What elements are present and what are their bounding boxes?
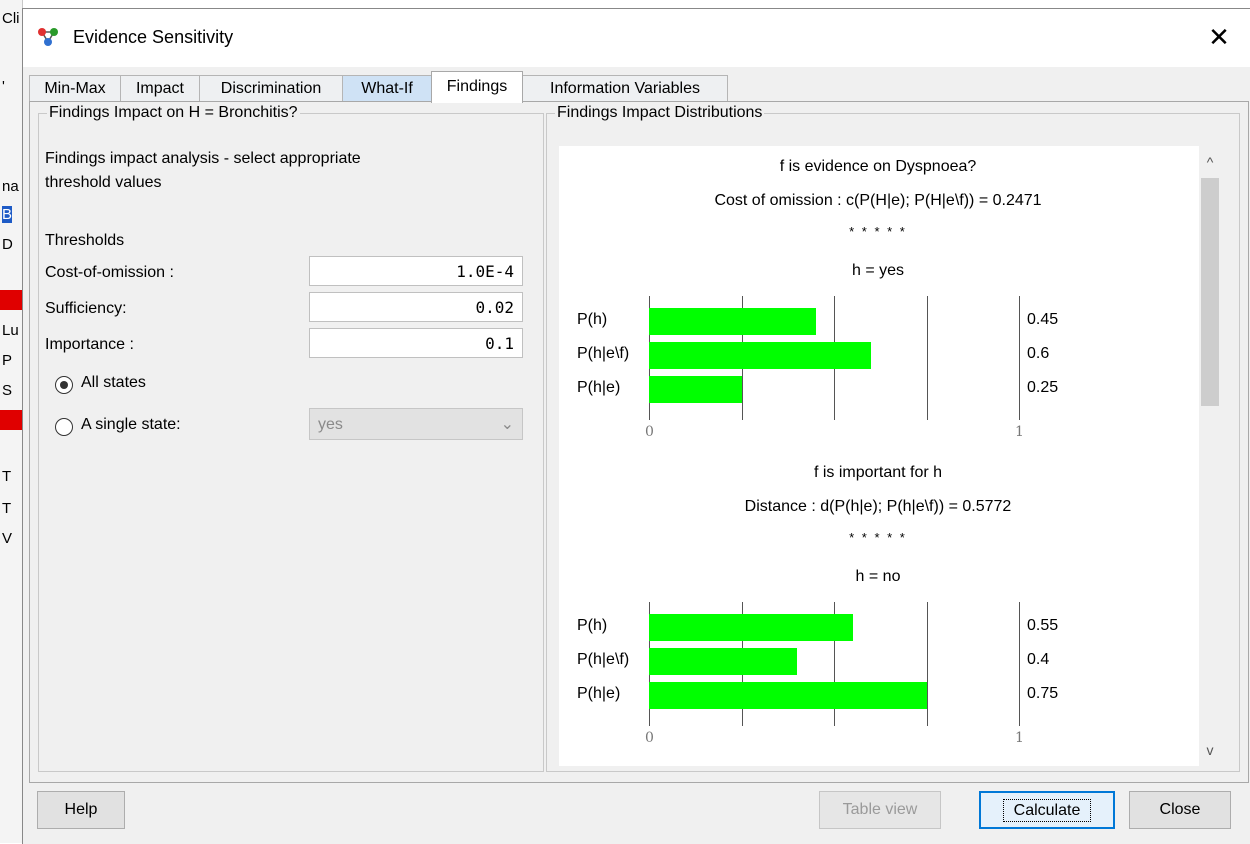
chart-title: h = no bbox=[855, 568, 901, 585]
chart-metric: Distance : d(P(h|e); P(h|e\f)) = 0.5772 bbox=[744, 498, 1012, 515]
chart-category-label: P(h|e\f) bbox=[577, 651, 630, 668]
chart-bar bbox=[649, 308, 816, 335]
chart-value-label: 0.55 bbox=[1027, 617, 1059, 634]
network-icon bbox=[38, 28, 58, 46]
chart-bar bbox=[649, 682, 927, 709]
chart-x-tick-label: 1 bbox=[1015, 730, 1024, 746]
chart-bar bbox=[649, 614, 853, 641]
findings-impact-group: Findings Impact on H = Bronchitis? Findi… bbox=[38, 104, 544, 772]
tab-impact[interactable]: Impact bbox=[120, 75, 200, 102]
tab-min-max[interactable]: Min-Max bbox=[29, 75, 121, 102]
chart-title: h = yes bbox=[851, 262, 905, 279]
chart-x-tick-label: 0 bbox=[645, 730, 654, 746]
importance-field[interactable]: 0.1 bbox=[309, 328, 523, 358]
chart-header: f is important for h bbox=[813, 464, 943, 481]
findings-distributions-group: Findings Impact Distributions f is evide… bbox=[546, 104, 1240, 772]
scrollbar-thumb[interactable] bbox=[1201, 178, 1219, 406]
chart-value-label: 0.25 bbox=[1027, 379, 1059, 396]
chart-header: f is evidence on Dyspnoea? bbox=[779, 158, 977, 175]
scroll-down-icon[interactable]: v bbox=[1199, 738, 1221, 762]
background-red-block bbox=[0, 410, 22, 430]
chart-metric: Cost of omission : c(P(H|e); P(H|e\f)) =… bbox=[714, 192, 1042, 209]
state-select-value: yes bbox=[318, 416, 343, 433]
chevron-down-icon: ⌄ bbox=[500, 416, 514, 433]
background-text: V bbox=[2, 530, 13, 547]
chart-x-tick-label: 0 bbox=[645, 424, 654, 440]
title-bar: Evidence Sensitivity ✕ bbox=[23, 9, 1250, 67]
sufficiency-label: Sufficiency: bbox=[45, 300, 127, 317]
description-text: Findings impact analysis - select approp… bbox=[45, 150, 361, 167]
background-text: S bbox=[2, 382, 13, 399]
background-text: ' bbox=[2, 78, 5, 95]
chart-value-label: 0.75 bbox=[1027, 685, 1059, 702]
chart-value-label: 0.6 bbox=[1027, 345, 1050, 362]
background-text: T bbox=[2, 500, 12, 517]
chart-value-label: 0.45 bbox=[1027, 311, 1059, 328]
calculate-button-label: Calculate bbox=[1002, 799, 1092, 822]
cost-of-omission-field[interactable]: 1.0E-4 bbox=[309, 256, 523, 286]
chart-bar bbox=[649, 648, 797, 675]
tab-information-variables[interactable]: Information Variables bbox=[522, 75, 728, 102]
window-title: Evidence Sensitivity bbox=[73, 27, 234, 47]
background-text: T bbox=[2, 468, 12, 485]
close-button[interactable]: Close bbox=[1129, 791, 1231, 829]
chart-gridline bbox=[926, 296, 928, 420]
chart-category-label: P(h|e) bbox=[577, 685, 621, 702]
background-red-block bbox=[0, 290, 22, 310]
vertical-scrollbar[interactable]: ^ v bbox=[1199, 146, 1221, 766]
chart-gridline bbox=[1019, 296, 1020, 420]
chart-category-label: P(h|e\f) bbox=[577, 345, 630, 362]
background-text: Cli bbox=[2, 10, 20, 27]
chart-separator: * * * * * bbox=[849, 224, 907, 239]
single-state-radio[interactable] bbox=[55, 418, 73, 436]
chart-category-label: P(h|e) bbox=[577, 379, 621, 396]
evidence-sensitivity-dialog: Evidence Sensitivity ✕ Min-Max Impact Di… bbox=[22, 8, 1250, 844]
importance-label: Importance : bbox=[45, 336, 134, 353]
findings-tab-content: Findings Impact on H = Bronchitis? Findi… bbox=[29, 101, 1249, 783]
single-state-label[interactable]: A single state: bbox=[81, 416, 181, 434]
background-text: Lu bbox=[2, 322, 19, 339]
chart-gridline bbox=[926, 602, 928, 726]
findings-distributions-legend: Findings Impact Distributions bbox=[557, 104, 763, 121]
description-text: threshold values bbox=[45, 174, 162, 191]
state-select[interactable]: yes ⌄ bbox=[309, 408, 523, 440]
scroll-up-icon[interactable]: ^ bbox=[1199, 150, 1221, 174]
sufficiency-field[interactable]: 0.02 bbox=[309, 292, 523, 322]
close-icon[interactable]: ✕ bbox=[1201, 21, 1237, 53]
chart-gridline bbox=[1019, 602, 1020, 726]
tab-findings[interactable]: Findings bbox=[431, 71, 523, 103]
tab-discrimination[interactable]: Discrimination bbox=[199, 75, 343, 102]
calculate-button[interactable]: Calculate bbox=[979, 791, 1115, 829]
chart-bar bbox=[649, 342, 871, 369]
background-text: B bbox=[2, 206, 13, 223]
chart-x-tick-label: 1 bbox=[1015, 424, 1024, 440]
background-text: na bbox=[2, 178, 19, 195]
background-text: D bbox=[2, 236, 13, 253]
thresholds-heading: Thresholds bbox=[45, 232, 125, 249]
help-button[interactable]: Help bbox=[37, 791, 125, 829]
table-view-button[interactable]: Table view bbox=[819, 791, 941, 829]
chart-value-label: 0.4 bbox=[1027, 651, 1050, 668]
all-states-radio[interactable] bbox=[55, 376, 73, 394]
chart-bar bbox=[649, 376, 742, 403]
chart-category-label: P(h) bbox=[577, 617, 608, 634]
distributions-chart-area: f is evidence on Dyspnoea? Cost of omissi… bbox=[559, 146, 1221, 766]
tab-what-if[interactable]: What-If bbox=[342, 75, 432, 102]
chart-separator: * * * * * bbox=[849, 530, 907, 545]
cost-of-omission-label: Cost-of-omission : bbox=[45, 264, 174, 281]
findings-impact-legend: Findings Impact on H = Bronchitis? bbox=[49, 104, 298, 121]
background-text: P bbox=[2, 352, 13, 369]
background-app-strip: Cli ' na B D Lu P S T T V bbox=[0, 0, 23, 843]
chart-category-label: P(h) bbox=[577, 311, 608, 328]
all-states-label[interactable]: All states bbox=[81, 374, 146, 392]
